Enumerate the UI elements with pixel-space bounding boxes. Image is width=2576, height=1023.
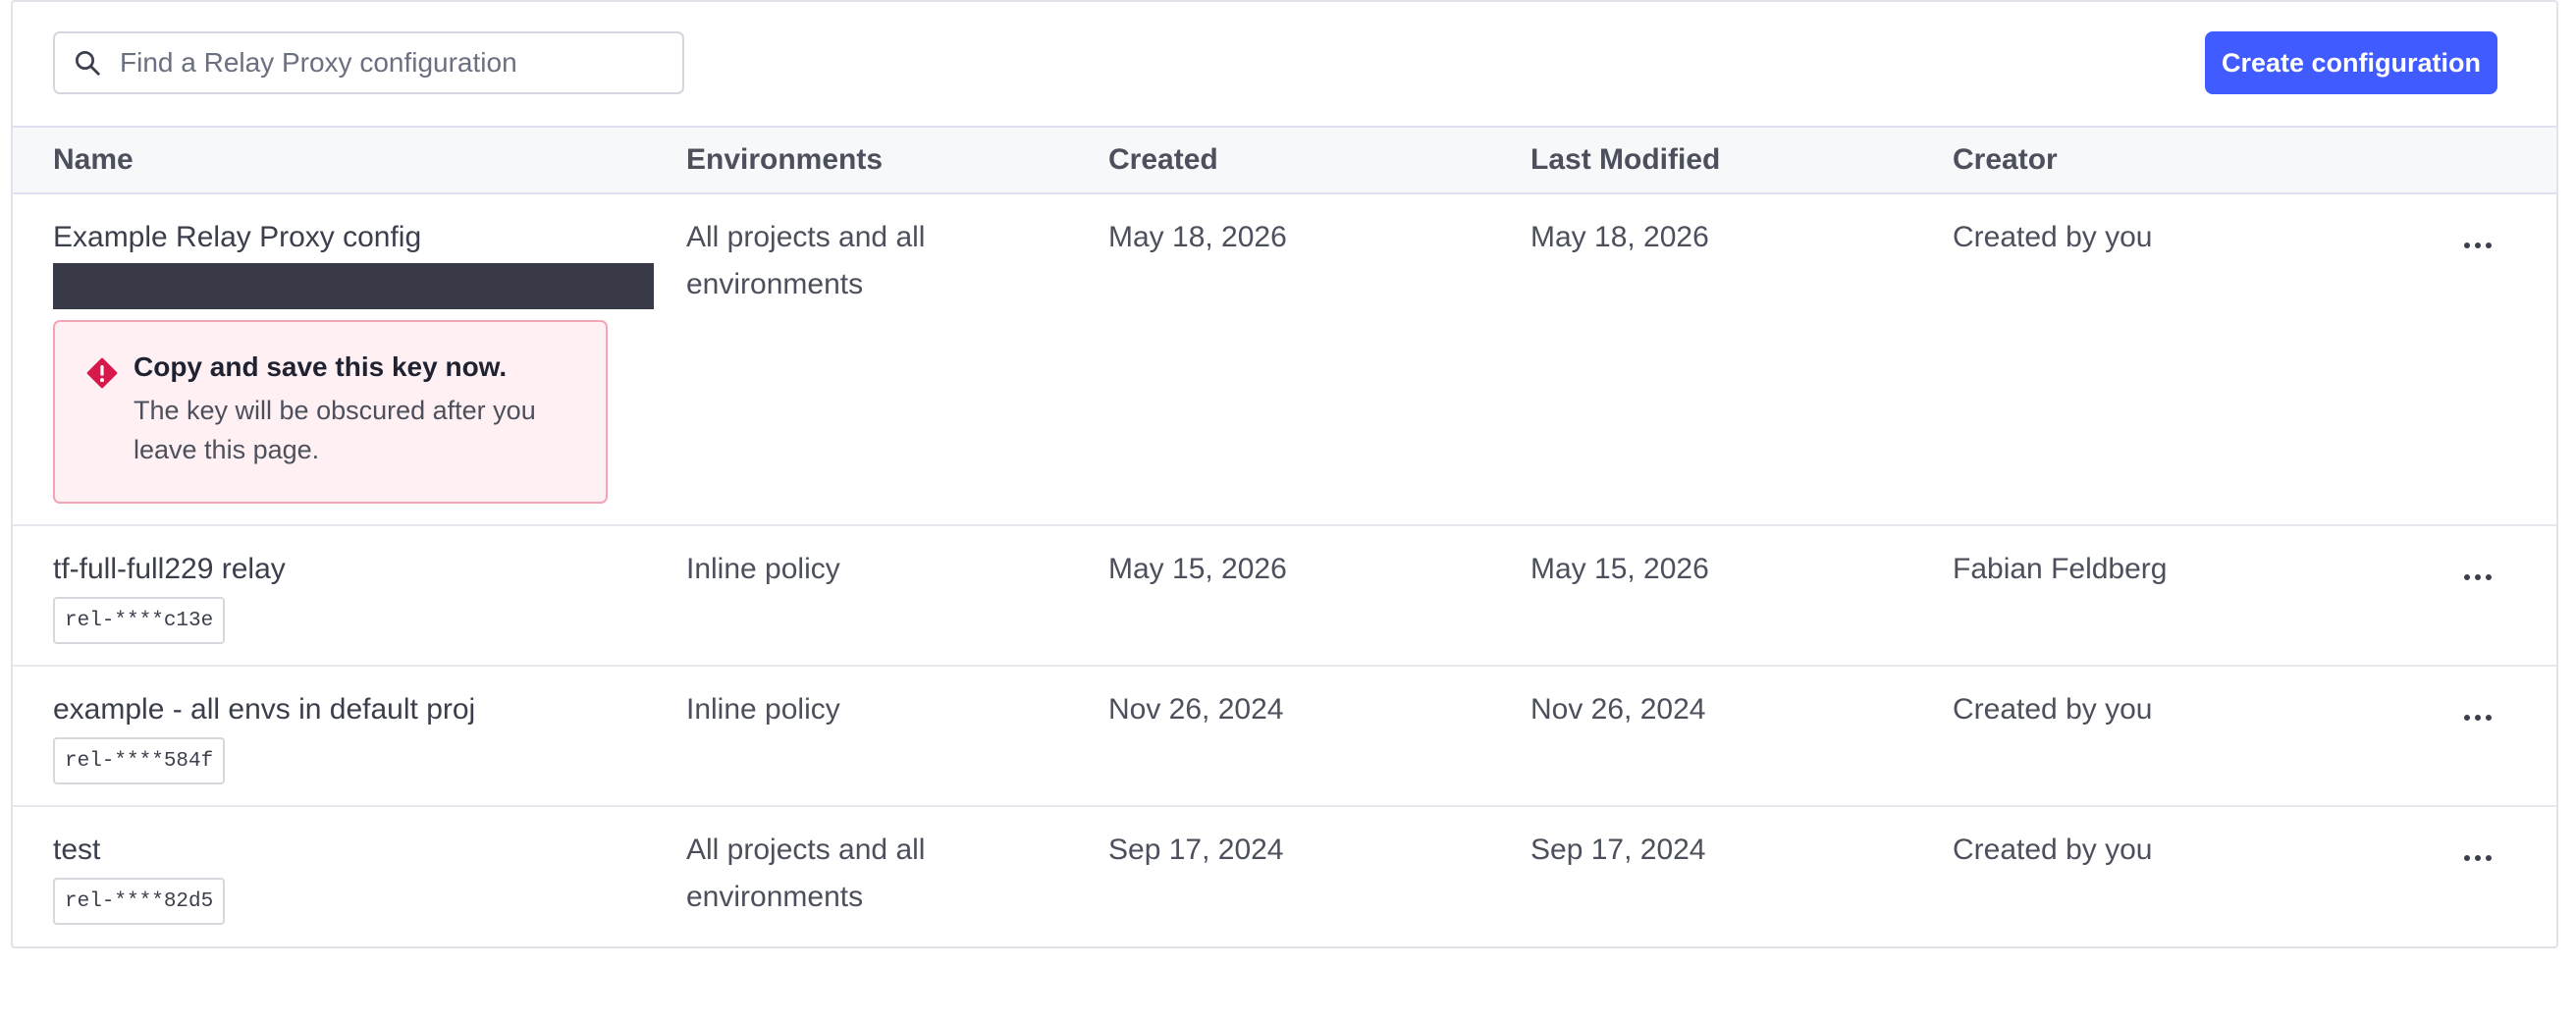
environments-cell: Inline policy bbox=[686, 553, 840, 585]
key-badge[interactable]: rel-****584f bbox=[53, 737, 226, 784]
search-input[interactable] bbox=[118, 46, 671, 80]
table-row: Example Relay Proxy config Copy and save… bbox=[13, 194, 2556, 526]
table-row: example - all envs in default proj rel-*… bbox=[13, 667, 2556, 807]
search-box[interactable] bbox=[53, 31, 684, 94]
row-actions-menu-icon[interactable] bbox=[2458, 843, 2497, 873]
created-cell: Nov 26, 2024 bbox=[1108, 693, 1284, 726]
creator-cell: Fabian Feldberg bbox=[1953, 553, 2168, 585]
column-header-last-modified[interactable]: Last Modified bbox=[1530, 128, 1720, 192]
table-header: Name Environments Created Last Modified … bbox=[13, 126, 2556, 194]
column-header-created[interactable]: Created bbox=[1108, 128, 1218, 192]
environments-cell: Inline policy bbox=[686, 693, 840, 726]
alert-body: The key will be obscured after you leave… bbox=[134, 396, 536, 464]
row-actions-menu-icon[interactable] bbox=[2458, 703, 2497, 732]
config-name[interactable]: example - all envs in default proj bbox=[53, 686, 475, 733]
modified-cell: Sep 17, 2024 bbox=[1530, 834, 1706, 866]
key-badge[interactable]: rel-****82d5 bbox=[53, 878, 226, 925]
error-diamond-icon bbox=[86, 357, 118, 389]
config-name[interactable]: test bbox=[53, 827, 100, 874]
table-row: test rel-****82d5 All projects and all e… bbox=[13, 807, 2556, 946]
key-badge[interactable]: rel-****c13e bbox=[53, 597, 226, 644]
environments-cell: All projects and all environments bbox=[686, 834, 926, 913]
search-icon bbox=[71, 46, 104, 80]
modified-cell: May 18, 2026 bbox=[1530, 221, 1709, 253]
alert-title: Copy and save this key now. bbox=[134, 351, 508, 382]
config-name[interactable]: Example Relay Proxy config bbox=[53, 214, 421, 261]
table-row: tf-full-full229 relay rel-****c13e Inlin… bbox=[13, 526, 2556, 667]
environments-cell: All projects and all environments bbox=[686, 221, 926, 300]
created-cell: Sep 17, 2024 bbox=[1108, 834, 1284, 866]
create-configuration-button[interactable]: Create configuration bbox=[2205, 31, 2497, 94]
creator-cell: Created by you bbox=[1953, 693, 2153, 726]
config-name[interactable]: tf-full-full229 relay bbox=[53, 546, 286, 593]
column-header-name[interactable]: Name bbox=[53, 128, 134, 192]
copy-key-alert: Copy and save this key now. The key will… bbox=[53, 320, 608, 504]
row-actions-menu-icon[interactable] bbox=[2458, 231, 2497, 260]
toolbar: Create configuration bbox=[13, 2, 2556, 126]
created-cell: May 18, 2026 bbox=[1108, 221, 1287, 253]
created-cell: May 15, 2026 bbox=[1108, 553, 1287, 585]
creator-cell: Created by you bbox=[1953, 221, 2153, 253]
row-actions-menu-icon[interactable] bbox=[2458, 563, 2497, 592]
modified-cell: Nov 26, 2024 bbox=[1530, 693, 1706, 726]
column-header-creator[interactable]: Creator bbox=[1953, 128, 2058, 192]
creator-cell: Created by you bbox=[1953, 834, 2153, 866]
revealed-key-field[interactable] bbox=[53, 263, 654, 309]
modified-cell: May 15, 2026 bbox=[1530, 553, 1709, 585]
relay-proxy-panel: Create configuration Name Environments C… bbox=[11, 0, 2558, 948]
column-header-environments[interactable]: Environments bbox=[686, 128, 883, 192]
